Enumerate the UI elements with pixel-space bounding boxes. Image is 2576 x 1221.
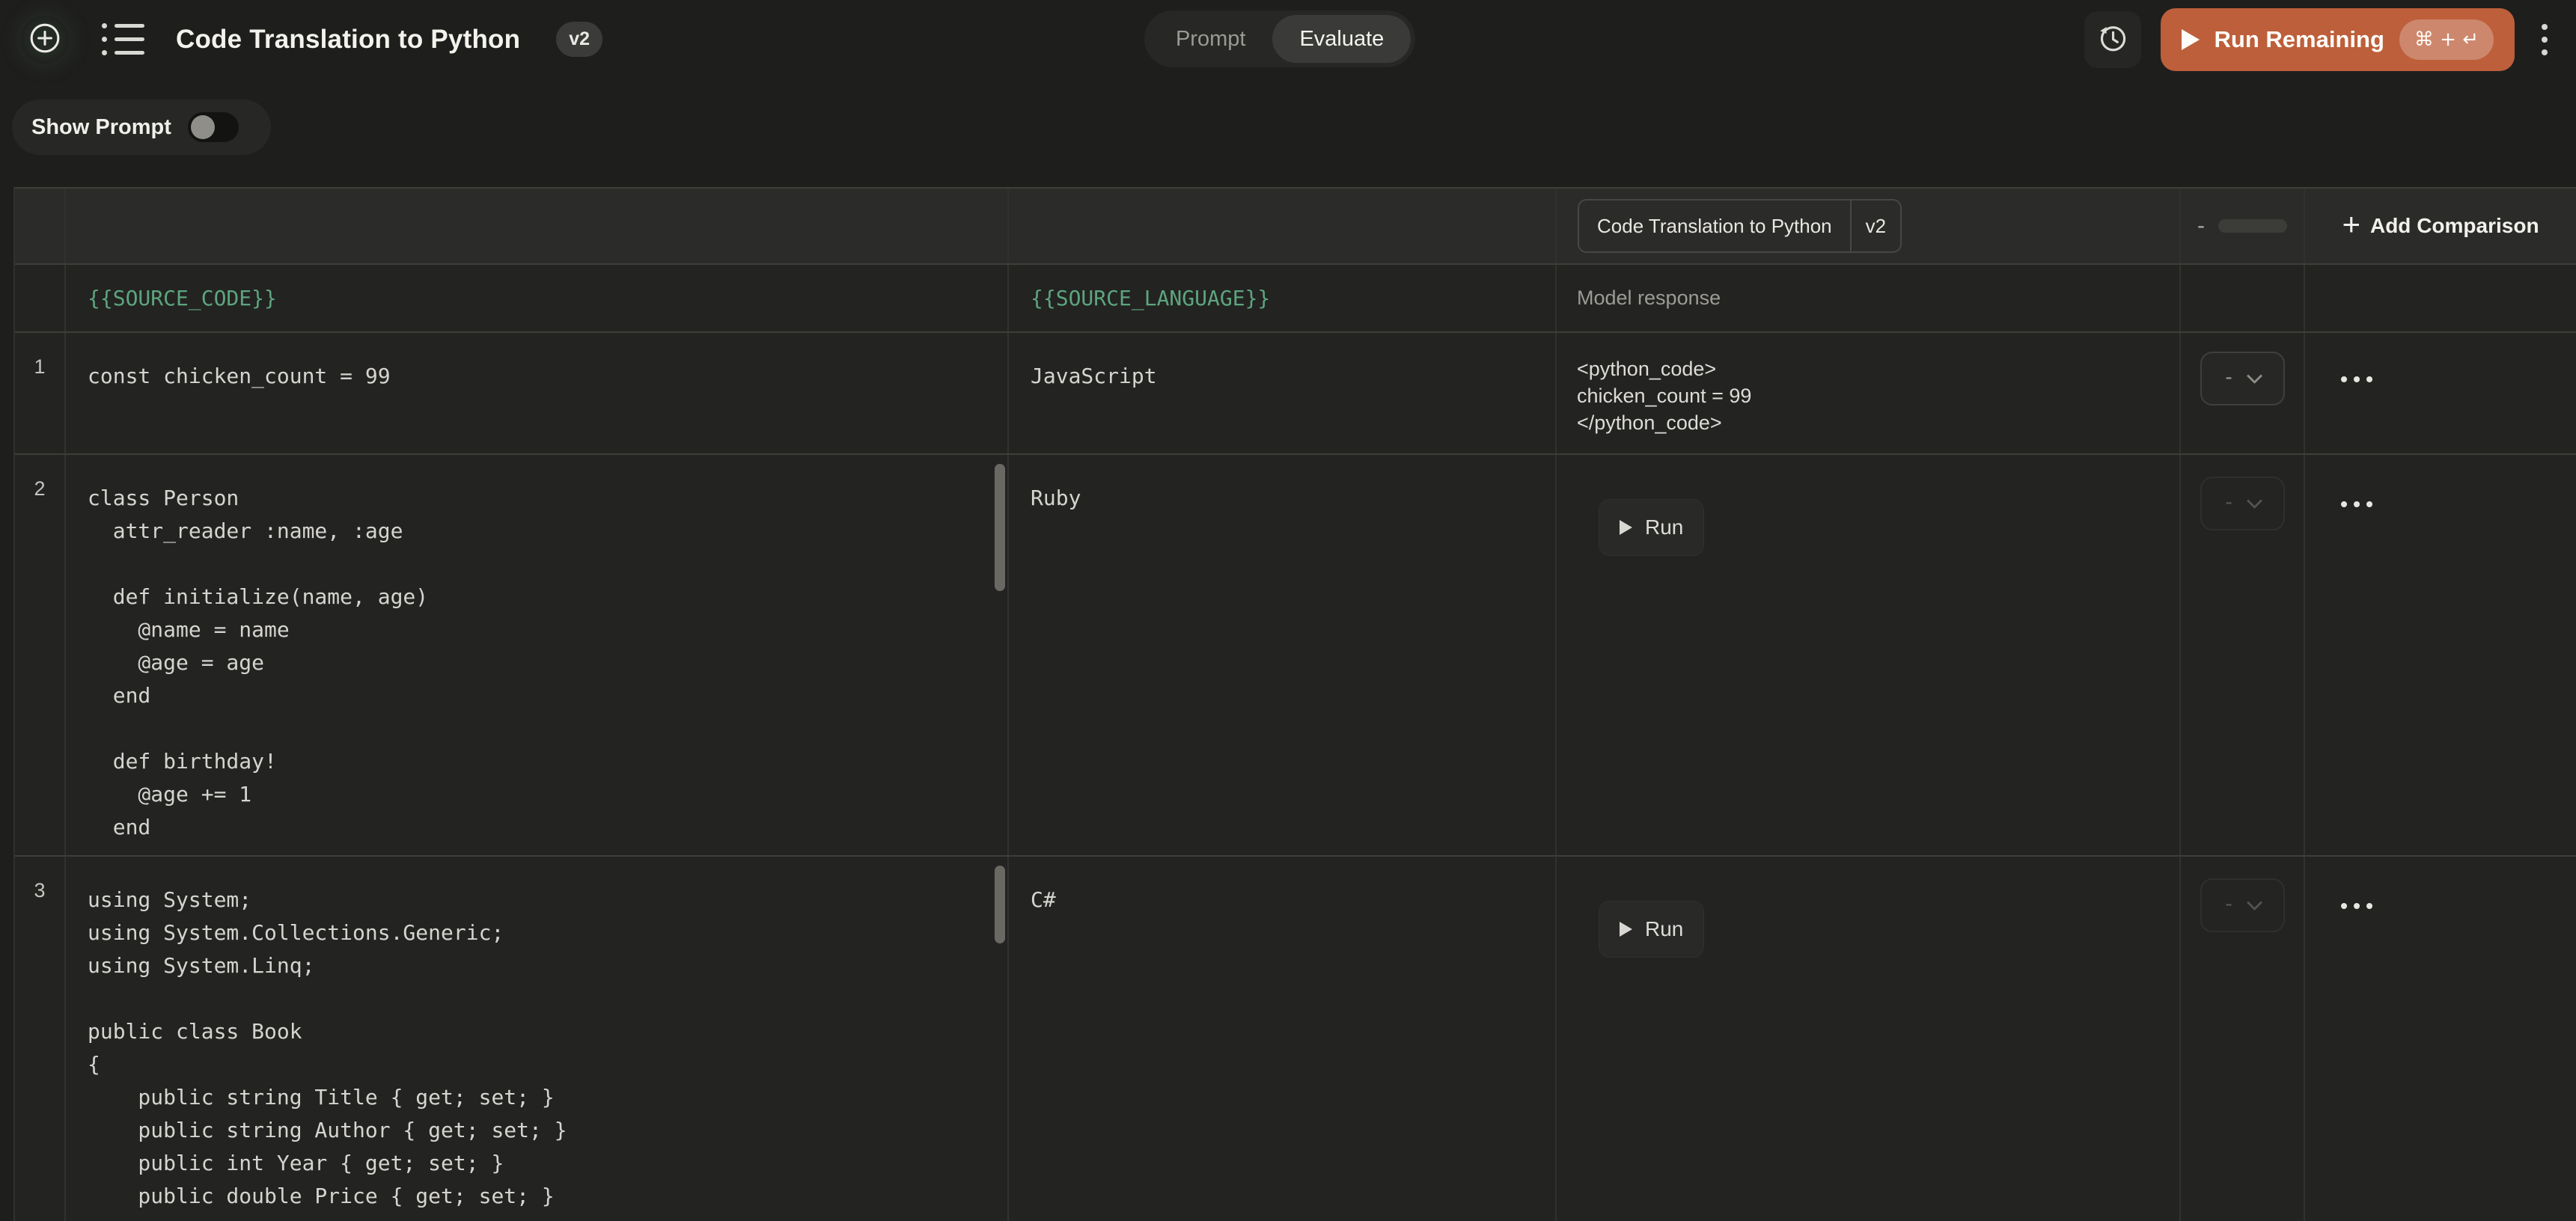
comparison-header-row: Code Translation to Python v2 - + Add Co… (15, 189, 2576, 265)
colhead-model-response: Model response (1557, 265, 2181, 331)
score-cell: - (2181, 857, 2305, 1221)
comparison-version: v2 (1850, 201, 1900, 251)
grade-dropdown-disabled: - (2200, 878, 2285, 932)
history-clock-icon (2097, 22, 2128, 56)
add-comparison-label: Add Comparison (2370, 214, 2539, 238)
row-menu-button[interactable] (2341, 376, 2372, 382)
comparison-version-selector[interactable]: Code Translation to Python v2 (1578, 199, 1902, 253)
source-code-text: class Person attr_reader :name, :age def… (88, 482, 977, 844)
column-header-row: {{SOURCE_CODE}} {{SOURCE_LANGUAGE}} Mode… (15, 265, 2576, 333)
colhead-source-code: {{SOURCE_CODE}} (66, 265, 1009, 331)
source-language-text: JavaScript (1031, 360, 1555, 393)
cell-scrollbar[interactable] (995, 866, 1005, 943)
comparison-name: Code Translation to Python (1579, 201, 1850, 251)
plus-circle-icon (28, 21, 62, 58)
grade-value: - (2225, 367, 2232, 388)
page-title: Code Translation to Python (176, 25, 520, 55)
source-code-text: using System; using System.Collections.G… (88, 884, 977, 1213)
header-num-cell (15, 189, 66, 263)
model-response-cell: Run (1557, 857, 2181, 1221)
row-menu-button[interactable] (2341, 501, 2372, 507)
source-code-cell[interactable]: using System; using System.Collections.G… (66, 857, 1009, 1221)
chevron-down-icon (2247, 894, 2262, 910)
prompt-list-icon[interactable] (102, 23, 144, 55)
grade-value: - (2225, 893, 2232, 914)
score-cell: - (2181, 333, 2305, 453)
toggle-knob (191, 115, 215, 139)
source-code-cell[interactable]: class Person attr_reader :name, :age def… (66, 455, 1009, 855)
add-comparison-button[interactable]: + Add Comparison (2305, 189, 2576, 263)
topbar-left-group: Code Translation to Python v2 (21, 16, 602, 64)
row-number: 1 (15, 333, 66, 453)
show-prompt-control[interactable]: Show Prompt (12, 100, 271, 155)
model-response-text: <python_code> chicken_count = 99 </pytho… (1577, 355, 2157, 436)
model-response-label: Model response (1557, 287, 1721, 310)
play-icon (2182, 29, 2200, 50)
mode-tabs: Prompt Evaluate (1144, 10, 1415, 67)
source-code-cell[interactable]: const chicken_count = 99 (66, 333, 1009, 453)
tab-evaluate[interactable]: Evaluate (1272, 15, 1411, 63)
colhead-actions (2305, 265, 2576, 331)
colhead-source-language: {{SOURCE_LANGUAGE}} (1009, 265, 1557, 331)
actions-cell (2305, 455, 2576, 855)
evaluation-table: Code Translation to Python v2 - + Add Co… (13, 187, 2576, 1221)
topbar-right-group: Run Remaining ⌘ + ↵ (2084, 8, 2555, 71)
model-response-cell: Run (1557, 455, 2181, 855)
run-row-button[interactable]: Run (1599, 499, 1704, 556)
run-row-button[interactable]: Run (1599, 901, 1704, 958)
score-cell: - (2181, 455, 2305, 855)
tab-prompt[interactable]: Prompt (1149, 15, 1272, 63)
top-bar: Code Translation to Python v2 Prompt Eva… (0, 0, 2576, 79)
source-code-text: const chicken_count = 99 (88, 360, 977, 393)
header-score-cell: - (2181, 189, 2305, 263)
table-row: 1 const chicken_count = 99 JavaScript <p… (15, 333, 2576, 455)
chevron-down-icon (2247, 367, 2262, 383)
history-button[interactable] (2084, 11, 2141, 68)
header-response-cell: Code Translation to Python v2 (1557, 189, 2181, 263)
show-prompt-label: Show Prompt (31, 115, 171, 140)
actions-cell (2305, 857, 2576, 1221)
source-language-cell[interactable]: C# (1009, 857, 1557, 1221)
score-skeleton-bar (2218, 219, 2287, 233)
run-remaining-button[interactable]: Run Remaining ⌘ + ↵ (2161, 8, 2515, 71)
play-icon (1620, 922, 1632, 937)
run-remaining-label: Run Remaining (2215, 26, 2384, 53)
overflow-menu-button[interactable] (2534, 16, 2555, 63)
row-number: 3 (15, 857, 66, 1221)
row-menu-button[interactable] (2341, 903, 2372, 909)
colhead-num (15, 265, 66, 331)
grade-value: - (2225, 492, 2232, 512)
header-code-cell (66, 189, 1009, 263)
grade-dropdown-disabled: - (2200, 477, 2285, 530)
aggregate-score-placeholder: - (2197, 213, 2205, 239)
source-language-text: Ruby (1031, 482, 1555, 515)
play-icon (1620, 520, 1632, 535)
source-language-cell[interactable]: JavaScript (1009, 333, 1557, 453)
row-number: 2 (15, 455, 66, 855)
table-row: 2 class Person attr_reader :name, :age d… (15, 455, 2576, 857)
run-button-label: Run (1645, 515, 1683, 539)
plus-icon: + (2342, 209, 2360, 240)
run-button-label: Run (1645, 917, 1683, 941)
version-badge: v2 (556, 22, 602, 57)
chevron-down-icon (2247, 492, 2262, 508)
source-code-variable: {{SOURCE_CODE}} (66, 286, 277, 310)
cell-scrollbar[interactable] (995, 464, 1005, 591)
source-language-variable: {{SOURCE_LANGUAGE}} (1009, 286, 1270, 310)
new-workbook-button[interactable] (21, 16, 69, 64)
source-language-cell[interactable]: Ruby (1009, 455, 1557, 855)
table-row: 3 using System; using System.Collections… (15, 857, 2576, 1221)
grade-dropdown[interactable]: - (2200, 352, 2285, 406)
header-lang-cell (1009, 189, 1557, 263)
model-response-cell[interactable]: <python_code> chicken_count = 99 </pytho… (1557, 333, 2181, 453)
show-prompt-toggle[interactable] (188, 112, 239, 142)
colhead-score (2181, 265, 2305, 331)
keyboard-shortcut-badge: ⌘ + ↵ (2399, 19, 2494, 60)
actions-cell (2305, 333, 2576, 453)
source-language-text: C# (1031, 884, 1555, 916)
